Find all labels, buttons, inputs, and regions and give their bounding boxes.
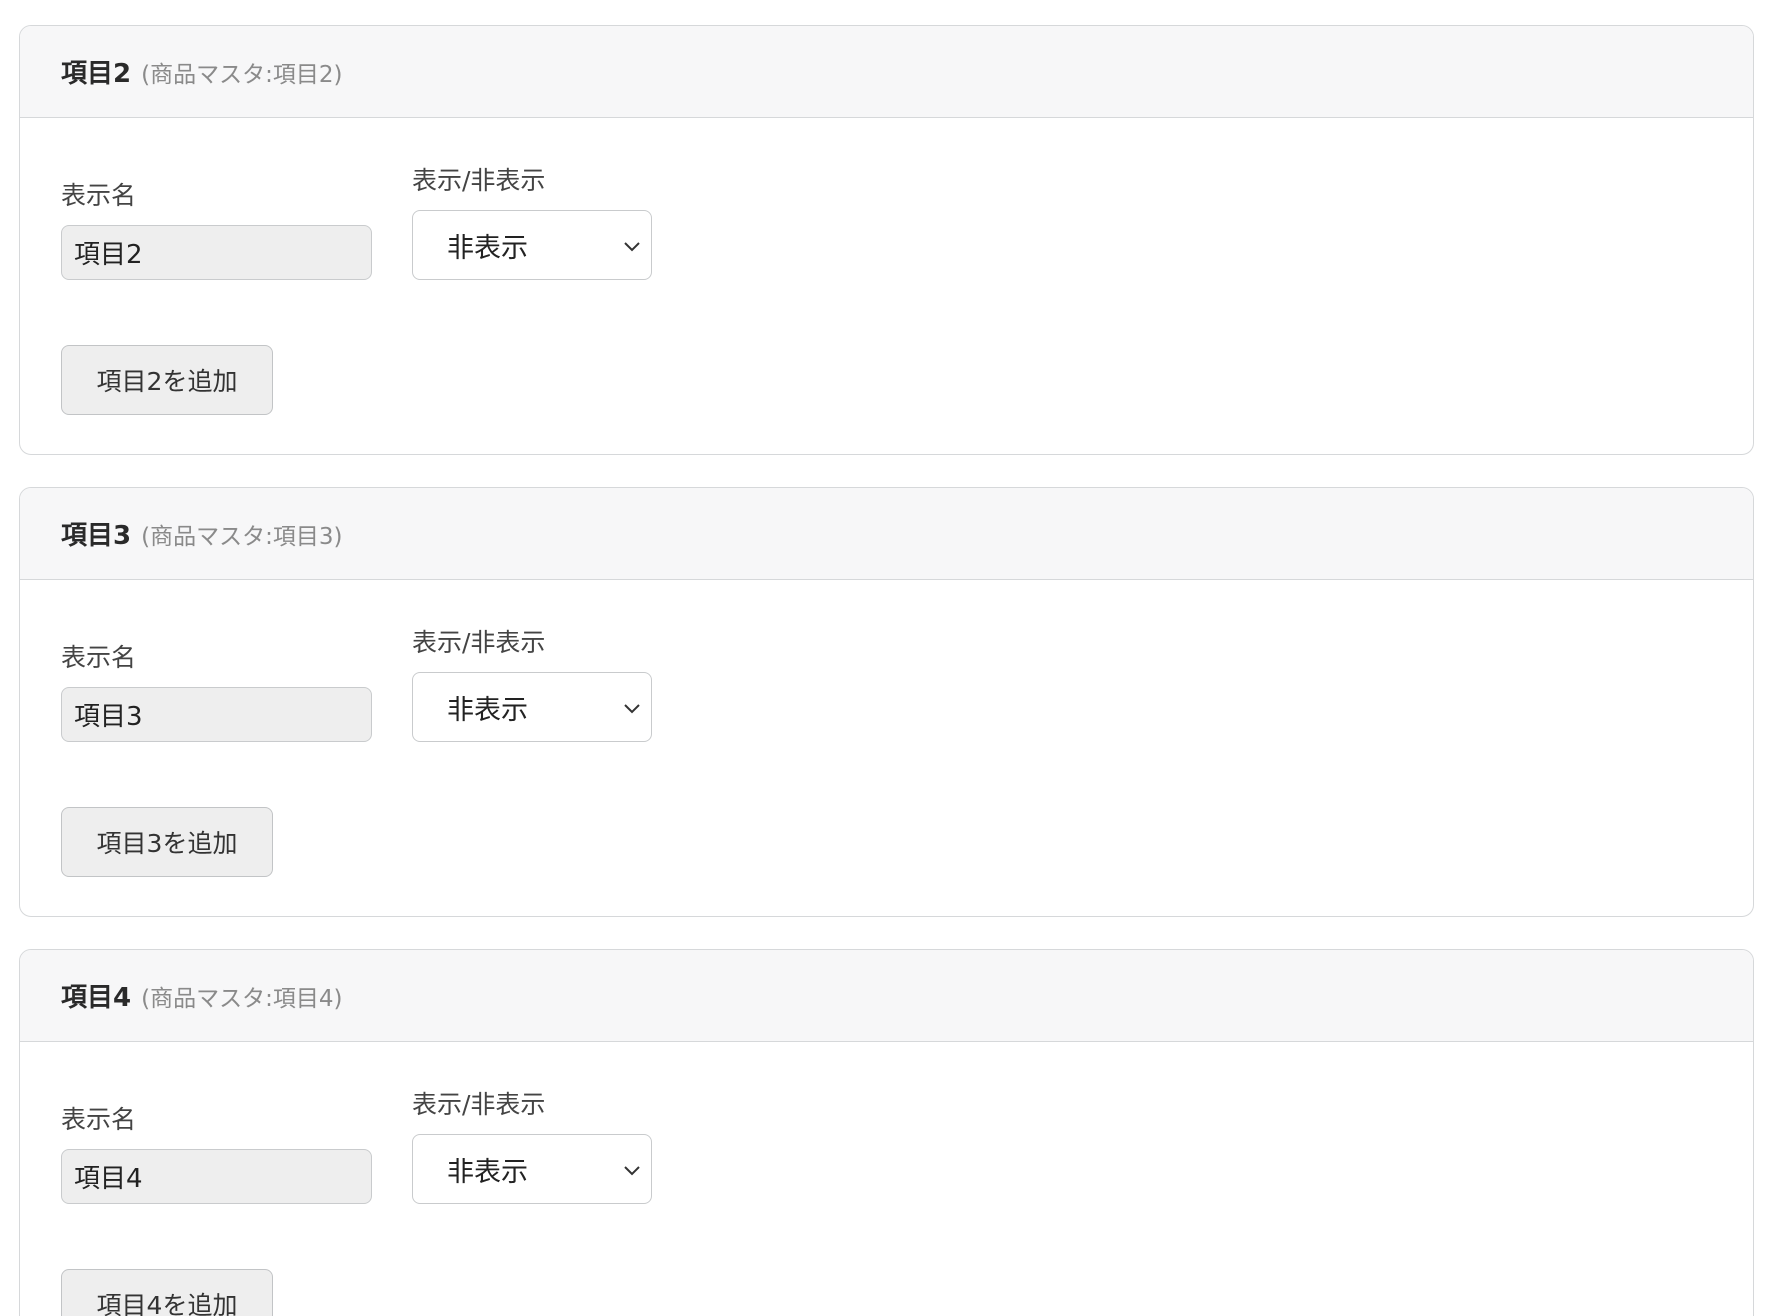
card-header: 項目3 (商品マスタ:項目3)	[20, 488, 1753, 580]
card-body: 表示名 表示/非表示 非表示 項目4を追加	[20, 1042, 1753, 1316]
card-subtitle: (商品マスタ:項目4)	[141, 985, 343, 1012]
card-header: 項目4 (商品マスタ:項目4)	[20, 950, 1753, 1042]
visibility-selected-value: 非表示	[447, 694, 528, 726]
visibility-label: 表示/非表示	[412, 166, 546, 195]
settings-page: 項目2 (商品マスタ:項目2) 表示名 表示/非表示 非表示 項目2を追加 項目…	[0, 0, 1782, 1316]
card-header: 項目2 (商品マスタ:項目2)	[20, 26, 1753, 118]
card-subtitle: (商品マスタ:項目2)	[141, 61, 343, 88]
display-name-label: 表示名	[61, 643, 137, 672]
card-body: 表示名 表示/非表示 非表示 項目3を追加	[20, 580, 1753, 916]
visibility-selected-value: 非表示	[447, 1156, 528, 1188]
chevron-down-icon	[624, 1166, 640, 1176]
add-item2-button[interactable]: 項目2を追加	[61, 345, 273, 415]
visibility-select[interactable]: 非表示	[412, 672, 652, 742]
display-name-input[interactable]	[61, 1149, 372, 1204]
card-subtitle: (商品マスタ:項目3)	[141, 523, 343, 550]
card-body: 表示名 表示/非表示 非表示 項目2を追加	[20, 118, 1753, 454]
visibility-label: 表示/非表示	[412, 1090, 546, 1119]
card-title: 項目2	[61, 59, 132, 89]
visibility-label: 表示/非表示	[412, 628, 546, 657]
field-card-item4: 項目4 (商品マスタ:項目4) 表示名 表示/非表示 非表示 項目4を追加	[19, 949, 1754, 1316]
display-name-input[interactable]	[61, 687, 372, 742]
display-name-label: 表示名	[61, 181, 137, 210]
visibility-select[interactable]: 非表示	[412, 210, 652, 280]
field-card-item3: 項目3 (商品マスタ:項目3) 表示名 表示/非表示 非表示 項目3を追加	[19, 487, 1754, 917]
field-card-item2: 項目2 (商品マスタ:項目2) 表示名 表示/非表示 非表示 項目2を追加	[19, 25, 1754, 455]
card-title: 項目4	[61, 983, 132, 1013]
chevron-down-icon	[624, 704, 640, 714]
chevron-down-icon	[624, 242, 640, 252]
add-item3-button[interactable]: 項目3を追加	[61, 807, 273, 877]
visibility-selected-value: 非表示	[447, 232, 528, 264]
card-title: 項目3	[61, 521, 132, 551]
display-name-label: 表示名	[61, 1105, 137, 1134]
display-name-input[interactable]	[61, 225, 372, 280]
visibility-select[interactable]: 非表示	[412, 1134, 652, 1204]
add-item4-button[interactable]: 項目4を追加	[61, 1269, 273, 1316]
